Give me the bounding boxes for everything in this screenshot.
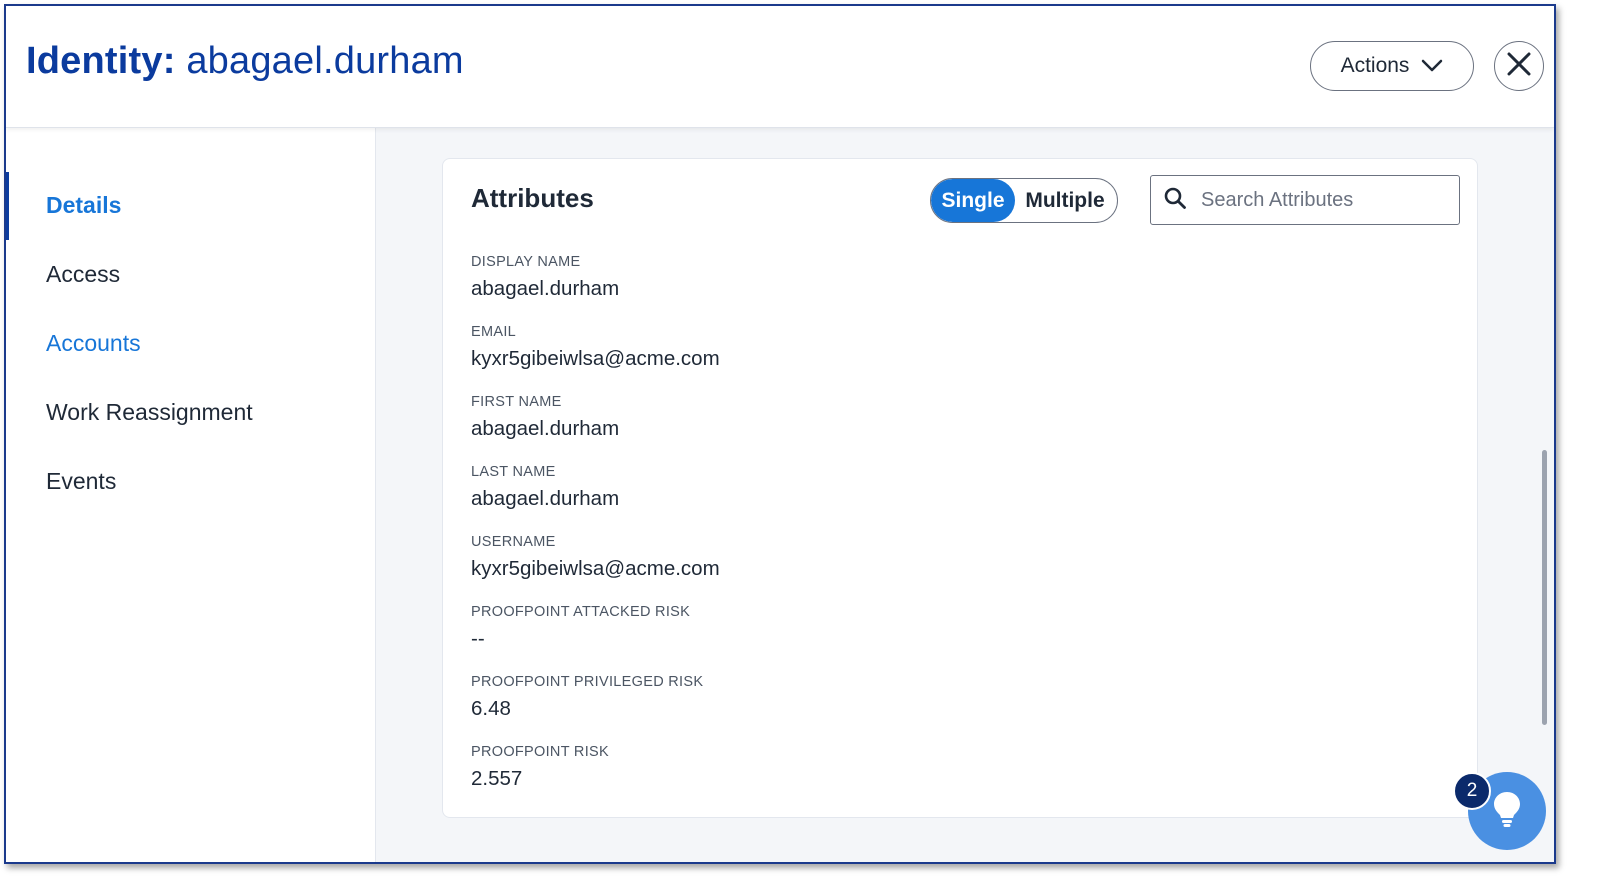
attribute-list: DISPLAY NAME abagael.durham EMAIL kyxr5g… <box>471 251 1371 811</box>
page-title: Identity: abagael.durham <box>26 40 464 83</box>
close-button[interactable] <box>1494 41 1544 91</box>
attribute-value: 6.48 <box>471 697 511 720</box>
chevron-down-icon <box>1421 59 1443 73</box>
attribute-item-display-name: DISPLAY NAME abagael.durham <box>471 251 1371 321</box>
attribute-value: abagael.durham <box>471 277 620 300</box>
search-icon <box>1163 186 1187 215</box>
attribute-item-proofpoint-risk: PROOFPOINT RISK 2.557 <box>471 741 1371 811</box>
attribute-value: abagael.durham <box>471 487 620 510</box>
page-title-label: Identity: <box>26 40 176 82</box>
sidebar-item-access[interactable]: Access <box>46 261 120 288</box>
close-icon <box>1506 51 1532 82</box>
sidebar-nav: Details Access Accounts Work Reassignmen… <box>6 128 376 862</box>
attribute-value: kyxr5gibeiwlsa@acme.com <box>471 557 720 580</box>
lightbulb-icon <box>1492 790 1522 833</box>
attribute-label: LAST NAME <box>471 464 556 480</box>
attribute-label: USERNAME <box>471 534 556 550</box>
main-scrollbar[interactable] <box>1542 450 1547 725</box>
attribute-item-username: USERNAME kyxr5gibeiwlsa@acme.com <box>471 531 1371 601</box>
sidebar-item-accounts[interactable]: Accounts <box>46 330 141 357</box>
actions-button-label: Actions <box>1340 54 1410 77</box>
identity-dialog: Identity: abagael.durham Actions Details… <box>4 4 1556 864</box>
view-mode-toggle: Single Multiple <box>930 178 1118 223</box>
sidebar-item-work-reassignment[interactable]: Work Reassignment <box>46 399 253 426</box>
attribute-item-last-name: LAST NAME abagael.durham <box>471 461 1371 531</box>
page-title-identity-name: abagael.durham <box>186 40 464 82</box>
attribute-label: FIRST NAME <box>471 394 562 410</box>
attribute-label: PROOFPOINT RISK <box>471 744 609 760</box>
actions-dropdown-button[interactable]: Actions <box>1310 41 1474 91</box>
attribute-value: -- <box>471 627 485 650</box>
sidebar-item-events[interactable]: Events <box>46 468 116 495</box>
attribute-label: PROOFPOINT PRIVILEGED RISK <box>471 674 704 690</box>
sidebar-active-indicator <box>6 172 9 240</box>
help-notification-badge: 2 <box>1453 772 1491 810</box>
attribute-label: DISPLAY NAME <box>471 254 581 270</box>
attribute-label: PROOFPOINT ATTACKED RISK <box>471 604 691 620</box>
attribute-value: abagael.durham <box>471 417 620 440</box>
attribute-value: 2.557 <box>471 767 523 790</box>
attribute-label: EMAIL <box>471 324 517 340</box>
attribute-value: kyxr5gibeiwlsa@acme.com <box>471 347 720 370</box>
sidebar-item-details[interactable]: Details <box>46 192 121 219</box>
attribute-item-proofpoint-attacked-risk: PROOFPOINT ATTACKED RISK -- <box>471 601 1371 671</box>
toggle-single[interactable]: Single <box>931 179 1015 222</box>
attribute-item-proofpoint-privileged-risk: PROOFPOINT PRIVILEGED RISK 6.48 <box>471 671 1371 741</box>
search-attributes-input[interactable] <box>1201 188 1451 212</box>
attribute-item-email: EMAIL kyxr5gibeiwlsa@acme.com <box>471 321 1371 391</box>
dialog-header: Identity: abagael.durham Actions <box>6 6 1554 128</box>
attributes-card-title: Attributes <box>471 183 594 213</box>
main-content: Attributes Single Multiple DISPLAY NAME … <box>376 128 1554 862</box>
attributes-card: Attributes Single Multiple DISPLAY NAME … <box>442 158 1478 818</box>
search-attributes-box <box>1150 175 1460 225</box>
attribute-item-first-name: FIRST NAME abagael.durham <box>471 391 1371 461</box>
toggle-multiple[interactable]: Multiple <box>1015 179 1115 222</box>
